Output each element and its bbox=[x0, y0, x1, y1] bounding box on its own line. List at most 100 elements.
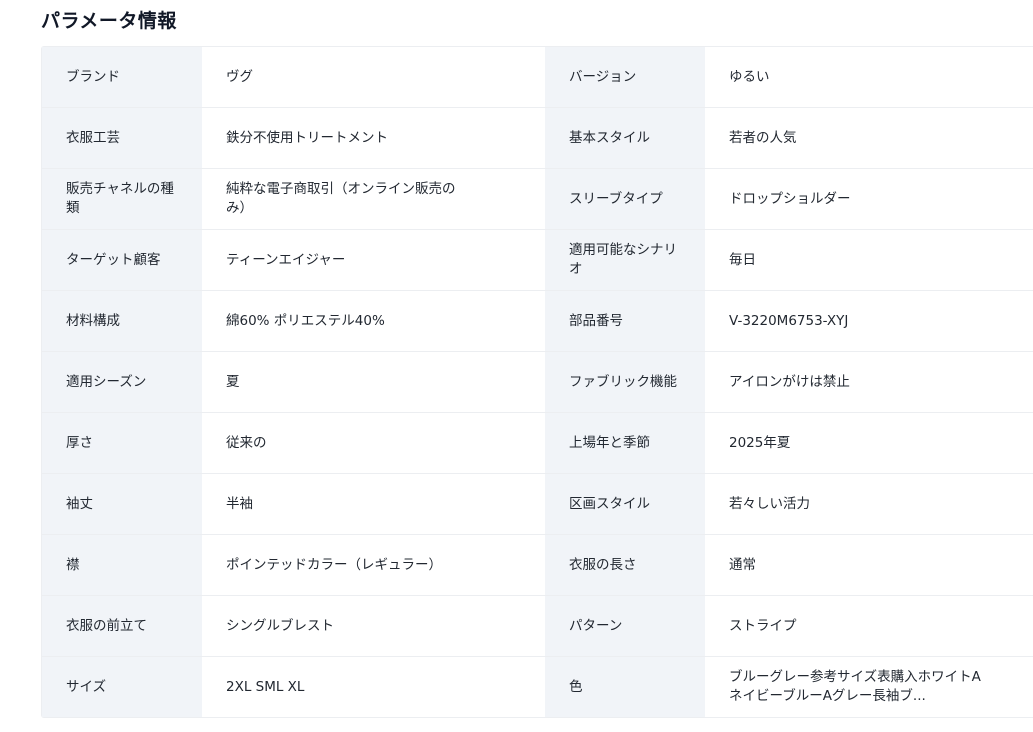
param-key-label: パターン bbox=[569, 617, 623, 634]
param-value: 若者の人気 bbox=[705, 108, 1033, 168]
param-key-label: 上場年と季節 bbox=[569, 434, 650, 451]
param-key: 部品番号 bbox=[545, 291, 705, 351]
param-key: パターン bbox=[545, 596, 705, 656]
param-value-text: 若々しい活力 bbox=[729, 495, 810, 512]
param-key-label: ファブリック機能 bbox=[569, 373, 677, 390]
table-row: 厚さ 従来の 上場年と季節 2025年夏 bbox=[42, 413, 1033, 474]
param-value-text: ゆるい bbox=[729, 68, 770, 85]
param-value: 若々しい活力 bbox=[705, 474, 1033, 534]
table-row: ブランド ヴグ バージョン ゆるい bbox=[42, 47, 1033, 108]
param-value-text: 2XL SML XL bbox=[226, 678, 305, 695]
param-value: ティーンエイジャー bbox=[202, 230, 545, 290]
param-key-label: 区画スタイル bbox=[569, 495, 650, 512]
param-value: ストライプ bbox=[705, 596, 1033, 656]
param-value-text: ポインテッドカラー（レギュラー） bbox=[226, 556, 442, 573]
param-key: スリーブタイプ bbox=[545, 169, 705, 229]
param-value: ブルーグレー参考サイズ表購入ホワイトAネイビーブルーAグレー長袖ブ... bbox=[705, 657, 1033, 717]
param-key-label: 袖丈 bbox=[66, 495, 93, 512]
parameter-table: ブランド ヴグ バージョン ゆるい 衣服工芸 鉄分不使用トリートメント 基本スタ… bbox=[41, 46, 1033, 718]
table-row: ターゲット顧客 ティーンエイジャー 適用可能なシナリオ 毎日 bbox=[42, 230, 1033, 291]
param-key-label: 衣服の長さ bbox=[569, 556, 637, 573]
param-value-text: ストライプ bbox=[729, 617, 797, 634]
param-key: 基本スタイル bbox=[545, 108, 705, 168]
param-key-label: ブランド bbox=[66, 68, 120, 85]
param-value-text: ブルーグレー参考サイズ表購入ホワイトAネイビーブルーAグレー長袖ブ... bbox=[729, 669, 981, 704]
param-key: 販売チャネルの種類 bbox=[42, 169, 202, 229]
param-value-text: ティーンエイジャー bbox=[226, 251, 346, 268]
param-value-text: 若者の人気 bbox=[729, 129, 797, 146]
param-value-text: 通常 bbox=[729, 556, 756, 573]
param-value: V-3220M6753-XYJ bbox=[705, 291, 1033, 351]
param-value: 従来の bbox=[202, 413, 545, 473]
param-key: ブランド bbox=[42, 47, 202, 107]
param-key-label: 部品番号 bbox=[569, 312, 623, 329]
param-value-text: 純粋な電子商取引（オンライン販売のみ） bbox=[226, 181, 456, 216]
param-key: ファブリック機能 bbox=[545, 352, 705, 412]
param-key: 襟 bbox=[42, 535, 202, 595]
param-value: ドロップショルダー bbox=[705, 169, 1033, 229]
param-value-text: 半袖 bbox=[226, 495, 253, 512]
param-value: 通常 bbox=[705, 535, 1033, 595]
param-key-label: 販売チャネルの種類 bbox=[66, 181, 174, 216]
param-key-label: 基本スタイル bbox=[569, 129, 650, 146]
param-value-text: V-3220M6753-XYJ bbox=[729, 312, 849, 329]
param-key-label: 材料構成 bbox=[66, 312, 120, 329]
param-key: サイズ bbox=[42, 657, 202, 717]
param-key: 材料構成 bbox=[42, 291, 202, 351]
param-key: 上場年と季節 bbox=[545, 413, 705, 473]
param-key-label: 厚さ bbox=[66, 434, 93, 451]
param-value-text: 従来の bbox=[226, 434, 267, 451]
table-row: 袖丈 半袖 区画スタイル 若々しい活力 bbox=[42, 474, 1033, 535]
param-key: 適用シーズン bbox=[42, 352, 202, 412]
param-value: ヴグ bbox=[202, 47, 545, 107]
param-key-label: 色 bbox=[569, 678, 583, 695]
param-key: 区画スタイル bbox=[545, 474, 705, 534]
param-key: 適用可能なシナリオ bbox=[545, 230, 705, 290]
param-value: ゆるい bbox=[705, 47, 1033, 107]
param-value: 2025年夏 bbox=[705, 413, 1033, 473]
param-key: バージョン bbox=[545, 47, 705, 107]
param-key: 衣服の前立て bbox=[42, 596, 202, 656]
param-key: ターゲット顧客 bbox=[42, 230, 202, 290]
param-key-label: ターゲット顧客 bbox=[66, 251, 161, 268]
param-value: シングルブレスト bbox=[202, 596, 545, 656]
param-key-label: 衣服工芸 bbox=[66, 129, 120, 146]
param-value: 鉄分不使用トリートメント bbox=[202, 108, 545, 168]
param-key-label: バージョン bbox=[569, 68, 637, 85]
param-key: 衣服の長さ bbox=[545, 535, 705, 595]
param-value: 半袖 bbox=[202, 474, 545, 534]
param-value-text: シングルブレスト bbox=[226, 617, 334, 634]
table-row: 襟 ポインテッドカラー（レギュラー） 衣服の長さ 通常 bbox=[42, 535, 1033, 596]
param-value: 毎日 bbox=[705, 230, 1033, 290]
table-row: サイズ 2XL SML XL 色 ブルーグレー参考サイズ表購入ホワイトAネイビー… bbox=[42, 657, 1033, 717]
param-key-label: 適用可能なシナリオ bbox=[569, 242, 677, 277]
table-row: 適用シーズン 夏 ファブリック機能 アイロンがけは禁止 bbox=[42, 352, 1033, 413]
param-value-text: ヴグ bbox=[226, 68, 253, 85]
table-row: 衣服工芸 鉄分不使用トリートメント 基本スタイル 若者の人気 bbox=[42, 108, 1033, 169]
param-key: 色 bbox=[545, 657, 705, 717]
param-value-text: 鉄分不使用トリートメント bbox=[226, 129, 388, 146]
table-row: 販売チャネルの種類 純粋な電子商取引（オンライン販売のみ） スリーブタイプ ドロ… bbox=[42, 169, 1033, 230]
param-key: 厚さ bbox=[42, 413, 202, 473]
param-key-label: スリーブタイプ bbox=[569, 190, 663, 207]
param-value-text: アイロンがけは禁止 bbox=[729, 373, 850, 390]
param-value-text: 毎日 bbox=[729, 251, 756, 268]
param-key: 衣服工芸 bbox=[42, 108, 202, 168]
param-value-text: ドロップショルダー bbox=[729, 190, 851, 207]
param-key: 袖丈 bbox=[42, 474, 202, 534]
param-key-label: 襟 bbox=[66, 556, 80, 573]
param-value-text: 夏 bbox=[226, 373, 240, 390]
param-value-text: 2025年夏 bbox=[729, 434, 791, 451]
section-title: パラメータ情報 bbox=[41, 10, 177, 32]
param-value: 2XL SML XL bbox=[202, 657, 545, 717]
param-value: 純粋な電子商取引（オンライン販売のみ） bbox=[202, 169, 545, 229]
param-value: ポインテッドカラー（レギュラー） bbox=[202, 535, 545, 595]
param-key-label: 衣服の前立て bbox=[66, 617, 147, 634]
param-value: アイロンがけは禁止 bbox=[705, 352, 1033, 412]
table-row: 衣服の前立て シングルブレスト パターン ストライプ bbox=[42, 596, 1033, 657]
param-value: 綿60% ポリエステル40% bbox=[202, 291, 545, 351]
param-key-label: 適用シーズン bbox=[66, 373, 147, 390]
table-row: 材料構成 綿60% ポリエステル40% 部品番号 V-3220M6753-XYJ bbox=[42, 291, 1033, 352]
param-value: 夏 bbox=[202, 352, 545, 412]
param-key-label: サイズ bbox=[66, 678, 107, 695]
